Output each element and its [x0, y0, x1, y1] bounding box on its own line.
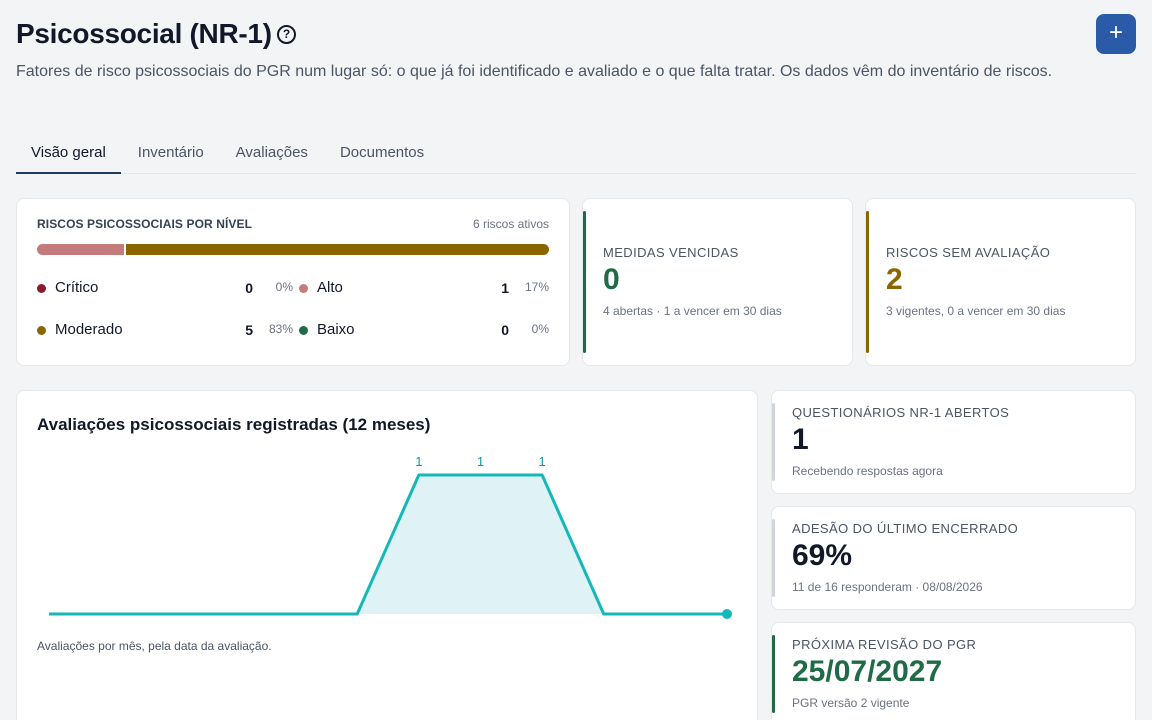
tab-avaliacoes[interactable]: Avaliações [221, 136, 323, 174]
legend-item-alto: Alto 1 17% [299, 279, 549, 299]
active-risks-count: 6 riscos ativos [472, 217, 549, 231]
legend-pct: 83% [268, 322, 293, 336]
stat-label: ADESÃO DO ÚLTIMO ENCERRADO [792, 521, 1019, 536]
stat-label: PRÓXIMA REVISÃO DO PGR [792, 637, 977, 652]
legend-count: 0 [245, 280, 253, 296]
card-accent [772, 519, 775, 597]
add-button[interactable]: + [1096, 14, 1136, 54]
tab-visao-geral[interactable]: Visão geral [16, 136, 121, 174]
card-accent [772, 403, 775, 481]
stat-note: 11 de 16 responderam · 08/08/2026 [792, 580, 983, 594]
card-accent [772, 635, 775, 713]
chart-data-label: 1 [538, 454, 545, 469]
page-subtitle: Fatores de risco psicossociais do PGR nu… [16, 63, 1053, 80]
card-accent [583, 211, 586, 353]
stat-note: Recebendo respostas agora [792, 464, 943, 478]
dot-moderado [37, 326, 46, 335]
legend-label: Alto [317, 279, 343, 296]
risk-levels-card: RISCOS PSICOSSOCIAIS POR NÍVEL 6 riscos … [16, 198, 570, 366]
unassessed-risks-card[interactable]: RISCOS SEM AVALIAÇÃO 2 3 vigentes, 0 a v… [865, 198, 1136, 366]
open-questionnaires-card[interactable]: QUESTIONÁRIOS NR-1 ABERTOS 1 Recebendo r… [771, 390, 1136, 494]
risk-levels-bar [37, 244, 549, 255]
stat-note: 3 vigentes, 0 a vencer em 30 dias [886, 304, 1066, 318]
chart-note: Avaliações por mês, pela data da avaliaç… [37, 639, 272, 653]
legend-count: 1 [501, 280, 509, 296]
stat-label: RISCOS SEM AVALIAÇÃO [886, 245, 1051, 260]
overdue-measures-card[interactable]: MEDIDAS VENCIDAS 0 4 abertas · 1 a vence… [582, 198, 853, 366]
last-adhesion-card[interactable]: ADESÃO DO ÚLTIMO ENCERRADO 69% 11 de 16 … [771, 506, 1136, 610]
legend-count: 5 [245, 322, 253, 338]
legend-pct: 0% [531, 322, 549, 336]
stat-value: 2 [886, 263, 903, 296]
chart-data-label: 1 [477, 454, 484, 469]
stat-note: 4 abertas · 1 a vencer em 30 dias [603, 304, 782, 318]
dot-baixo [299, 326, 308, 335]
legend-item-baixo: Baixo 0 0% [299, 321, 549, 341]
tab-documentos[interactable]: Documentos [325, 136, 439, 174]
pgr-review-card[interactable]: PRÓXIMA REVISÃO DO PGR 25/07/2027 PGR ve… [771, 622, 1136, 720]
risk-levels-title: RISCOS PSICOSSOCIAIS POR NÍVEL [37, 217, 253, 231]
stat-value: 25/07/2027 [792, 655, 943, 688]
bar-segment-alto [37, 244, 125, 255]
legend-item-critico: Crítico 0 0% [37, 279, 293, 299]
stat-label: QUESTIONÁRIOS NR-1 ABERTOS [792, 405, 1010, 420]
page-title: Psicossocial (NR-1) [16, 18, 272, 49]
stat-note: PGR versão 2 vigente [792, 696, 910, 710]
legend-item-moderado: Moderado 5 83% [37, 321, 293, 341]
stat-label: MEDIDAS VENCIDAS [603, 245, 739, 260]
legend-pct: 0% [275, 280, 293, 294]
legend-count: 0 [501, 322, 509, 338]
card-accent [866, 211, 869, 353]
bar-segment-moderado [124, 244, 549, 255]
stat-value: 1 [792, 423, 809, 456]
chart-point-last[interactable] [722, 609, 732, 619]
dot-alto [299, 284, 308, 293]
tab-inventario[interactable]: Inventário [123, 136, 219, 174]
chart-data-label: 1 [415, 454, 422, 469]
stat-value: 0 [603, 263, 620, 296]
legend-label: Baixo [317, 321, 355, 338]
dot-critico [37, 284, 46, 293]
help-icon[interactable]: ? [277, 25, 296, 44]
legend-label: Moderado [55, 321, 123, 338]
tab-bar: Visão geral Inventário Avaliações Docume… [16, 136, 1136, 174]
assessments-chart-card: Avaliações psicossociais registradas (12… [16, 390, 758, 720]
legend-label: Crítico [55, 279, 99, 296]
stat-value: 69% [792, 539, 853, 572]
legend-pct: 17% [524, 280, 549, 294]
assessments-chart: 1 1 1 [49, 454, 732, 619]
